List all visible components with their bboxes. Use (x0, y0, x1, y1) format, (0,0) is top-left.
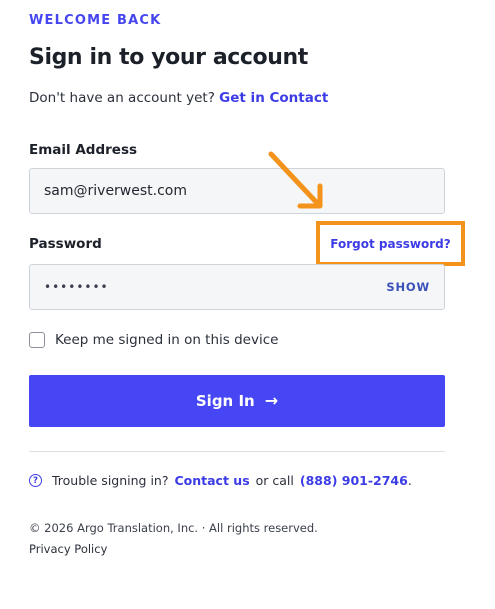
eyebrow-text: WELCOME BACK (29, 13, 162, 28)
email-field[interactable]: sam@riverwest.com (29, 168, 445, 214)
remember-me[interactable]: Keep me signed in on this device (29, 332, 278, 348)
help-middle: or call (255, 473, 294, 488)
email-label: Email Address (29, 142, 138, 158)
password-value: •••••••• (44, 280, 109, 294)
signup-prompt: Don't have an account yet? Get in Contac… (29, 90, 328, 106)
get-in-contact-link[interactable]: Get in Contact (219, 90, 328, 106)
divider (29, 451, 445, 452)
email-value: sam@riverwest.com (44, 183, 188, 199)
copyright: © 2026 Argo Translation, Inc. · All righ… (29, 521, 318, 535)
help-prefix: Trouble signing in? (52, 473, 169, 488)
forgot-password-link[interactable]: Forgot password? (330, 237, 450, 251)
password-field[interactable]: •••••••• SHOW (29, 264, 445, 310)
help-line: ? Trouble signing in? Contact us or call… (29, 473, 412, 488)
signup-prompt-text: Don't have an account yet? (29, 90, 215, 106)
contact-us-link[interactable]: Contact us (174, 473, 249, 488)
password-label: Password (29, 236, 102, 252)
remember-me-checkbox[interactable] (29, 332, 45, 348)
help-suffix: . (407, 473, 412, 488)
remember-me-label: Keep me signed in on this device (55, 332, 279, 348)
help-icon: ? (29, 474, 42, 487)
arrow-right-icon: → (264, 391, 279, 410)
privacy-policy-link[interactable]: Privacy Policy (29, 542, 107, 556)
sign-in-label: Sign In (195, 392, 255, 410)
sign-in-button[interactable]: Sign In → (29, 375, 445, 427)
phone-link[interactable]: (888) 901-2746 (300, 473, 408, 488)
page-title: Sign in to your account (29, 45, 308, 70)
forgot-password-highlight: Forgot password? (316, 221, 465, 266)
show-password-button[interactable]: SHOW (386, 280, 430, 294)
highlight-arrow-icon (268, 151, 323, 209)
